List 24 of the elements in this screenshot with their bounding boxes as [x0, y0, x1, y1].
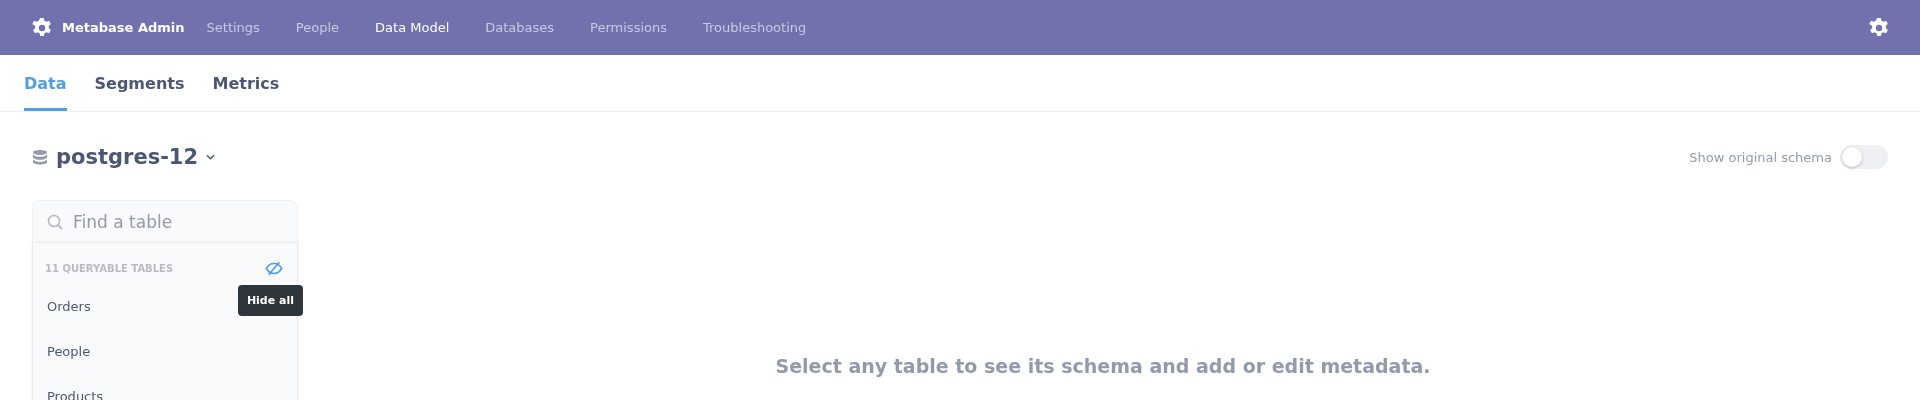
search-icon	[47, 213, 63, 230]
tab[interactable]: Data	[24, 55, 67, 111]
toggle-label: Show original schema	[1689, 149, 1832, 165]
tooltip: Hide all	[237, 285, 303, 316]
database-name[interactable]: postgres-12	[56, 145, 199, 169]
tab[interactable]: Metrics	[212, 55, 280, 111]
search-field[interactable]: Find a table	[71, 210, 275, 233]
nav-link[interactable]: Permissions	[590, 20, 667, 35]
nav-link[interactable]: Troubleshooting	[703, 20, 807, 35]
gear-icon[interactable]	[31, 16, 53, 39]
empty-state-message: Select any table to see its schema and add or edit metadata.	[775, 355, 1431, 377]
nav-link[interactable]: People	[295, 20, 340, 35]
nav-link[interactable]: Data Model	[375, 20, 450, 35]
nav-link[interactable]: Databases	[485, 20, 555, 35]
table-item[interactable]: People	[33, 331, 297, 376]
chevron-down-icon[interactable]	[206, 154, 216, 160]
brand-title: Metabase Admin	[62, 20, 185, 35]
eye-slash-icon[interactable]	[265, 261, 283, 276]
tab[interactable]: Segments	[94, 55, 185, 111]
section-heading: 11 QUERYABLE TABLES	[45, 263, 174, 274]
database-icon	[32, 149, 48, 165]
toggle-switch[interactable]	[1840, 145, 1888, 169]
settings-icon[interactable]	[1868, 16, 1890, 39]
nav-link[interactable]: Settings	[206, 20, 260, 35]
